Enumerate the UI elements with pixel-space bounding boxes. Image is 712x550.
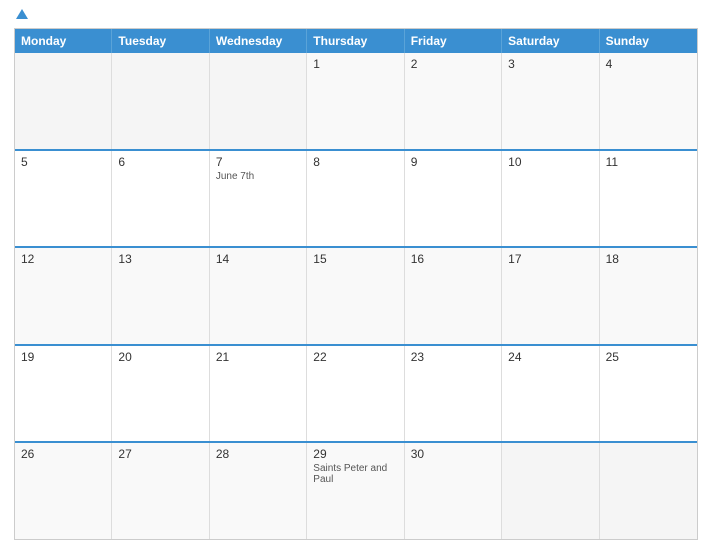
calendar-cell: 2 [405, 53, 502, 149]
weekday-header-thursday: Thursday [307, 29, 404, 53]
day-number: 20 [118, 350, 202, 364]
calendar-event: Saints Peter and Paul [313, 463, 397, 485]
calendar-cell: 8 [307, 151, 404, 247]
calendar-cell [112, 53, 209, 149]
day-number: 9 [411, 155, 495, 169]
calendar-cell: 1 [307, 53, 404, 149]
calendar-cell: 6 [112, 151, 209, 247]
calendar-cell: 25 [600, 346, 697, 442]
calendar-cell: 30 [405, 443, 502, 539]
day-number: 30 [411, 447, 495, 461]
logo-triangle-icon [16, 9, 28, 19]
day-number: 10 [508, 155, 592, 169]
day-number: 1 [313, 57, 397, 71]
day-number: 22 [313, 350, 397, 364]
day-number: 27 [118, 447, 202, 461]
calendar-cell: 26 [15, 443, 112, 539]
calendar-cell: 29 Saints Peter and Paul [307, 443, 404, 539]
day-number: 19 [21, 350, 105, 364]
page-header [14, 10, 698, 20]
calendar-grid: MondayTuesdayWednesdayThursdayFridaySatu… [14, 28, 698, 540]
calendar-cell: 5 [15, 151, 112, 247]
calendar-cell: 14 [210, 248, 307, 344]
calendar-cell: 28 [210, 443, 307, 539]
day-number: 7 [216, 155, 300, 169]
calendar-cell: 13 [112, 248, 209, 344]
logo [14, 10, 30, 20]
day-number: 26 [21, 447, 105, 461]
calendar-cell: 18 [600, 248, 697, 344]
day-number: 2 [411, 57, 495, 71]
day-number: 3 [508, 57, 592, 71]
day-number: 12 [21, 252, 105, 266]
calendar-cell: 9 [405, 151, 502, 247]
weekday-header-monday: Monday [15, 29, 112, 53]
calendar-cell: 15 [307, 248, 404, 344]
calendar-cell: 23 [405, 346, 502, 442]
calendar-week-4: 19 20 21 22 23 24 25 [15, 344, 697, 442]
calendar-cell: 20 [112, 346, 209, 442]
calendar-cell [15, 53, 112, 149]
calendar-body: 1234567June 7th8910111213141516171819202… [15, 53, 697, 539]
calendar-cell: 17 [502, 248, 599, 344]
calendar-cell: 3 [502, 53, 599, 149]
calendar-cell: 22 [307, 346, 404, 442]
weekday-header-row: MondayTuesdayWednesdayThursdayFridaySatu… [15, 29, 697, 53]
calendar-cell: 4 [600, 53, 697, 149]
day-number: 5 [21, 155, 105, 169]
calendar-page: MondayTuesdayWednesdayThursdayFridaySatu… [0, 0, 712, 550]
weekday-header-friday: Friday [405, 29, 502, 53]
calendar-week-5: 26 27 28 29 Saints Peter and Paul 30 [15, 441, 697, 539]
calendar-cell [502, 443, 599, 539]
day-number: 11 [606, 155, 691, 169]
weekday-header-saturday: Saturday [502, 29, 599, 53]
calendar-event: June 7th [216, 171, 300, 182]
day-number: 28 [216, 447, 300, 461]
calendar-cell [210, 53, 307, 149]
day-number: 4 [606, 57, 691, 71]
weekday-header-tuesday: Tuesday [112, 29, 209, 53]
day-number: 14 [216, 252, 300, 266]
calendar-week-3: 12 13 14 15 16 17 18 [15, 246, 697, 344]
calendar-cell: 12 [15, 248, 112, 344]
day-number: 23 [411, 350, 495, 364]
weekday-header-wednesday: Wednesday [210, 29, 307, 53]
calendar-cell: 10 [502, 151, 599, 247]
calendar-cell: 11 [600, 151, 697, 247]
day-number: 13 [118, 252, 202, 266]
day-number: 15 [313, 252, 397, 266]
calendar-cell: 24 [502, 346, 599, 442]
calendar-cell [600, 443, 697, 539]
calendar-cell: 21 [210, 346, 307, 442]
day-number: 17 [508, 252, 592, 266]
weekday-header-sunday: Sunday [600, 29, 697, 53]
calendar-cell: 16 [405, 248, 502, 344]
calendar-cell: 7 June 7th [210, 151, 307, 247]
day-number: 29 [313, 447, 397, 461]
day-number: 8 [313, 155, 397, 169]
day-number: 21 [216, 350, 300, 364]
day-number: 16 [411, 252, 495, 266]
calendar-cell: 19 [15, 346, 112, 442]
day-number: 6 [118, 155, 202, 169]
calendar-week-2: 567 June 7th 89 10 11 [15, 149, 697, 247]
day-number: 24 [508, 350, 592, 364]
day-number: 18 [606, 252, 691, 266]
calendar-week-1: 1234 [15, 53, 697, 149]
calendar-cell: 27 [112, 443, 209, 539]
day-number: 25 [606, 350, 691, 364]
